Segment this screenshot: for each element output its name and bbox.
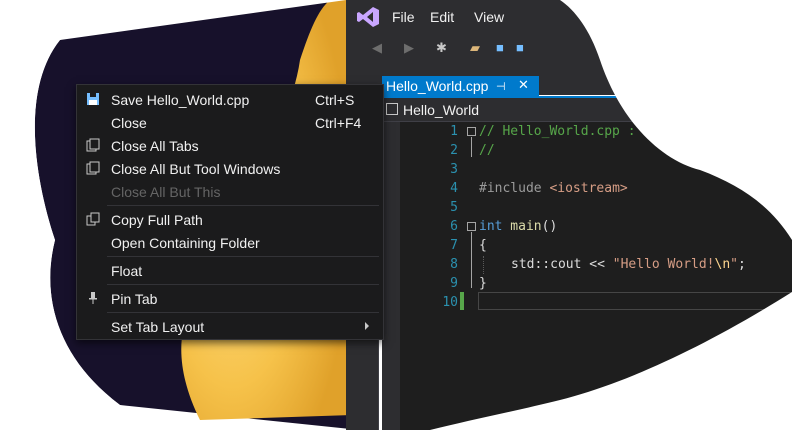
indent-guide <box>483 256 485 274</box>
function-main: main <box>502 219 542 234</box>
code-line-8: std::cout << "Hello World!\n"; <box>511 257 746 272</box>
menu-item-close-all-but-this: Close All But This <box>77 181 383 203</box>
back-icon[interactable]: ◀ <box>372 40 382 56</box>
visual-studio-logo-icon <box>357 7 379 27</box>
fold-toggle-icon[interactable] <box>467 222 476 231</box>
project-dropdown[interactable]: Hello_World <box>403 102 479 118</box>
menu-item-label: Set Tab Layout <box>111 319 205 335</box>
fold-toggle-icon[interactable] <box>467 127 476 136</box>
line-number: 6 <box>450 219 458 234</box>
open-file-icon[interactable]: ▰ <box>470 40 480 56</box>
menu-separator <box>107 256 379 257</box>
menu-item-close-all-but-tool-windows[interactable]: Close All But Tool Windows <box>77 158 383 180</box>
menu-item-label: Close <box>111 115 147 131</box>
menu-item-shortcut: Ctrl+S <box>315 92 355 108</box>
menu-item-label: Copy Full Path <box>111 212 203 228</box>
menu-item-label: Close All Tabs <box>111 138 199 154</box>
menu-separator <box>107 284 379 285</box>
line-number: 2 <box>450 143 458 158</box>
project-icon <box>386 103 398 115</box>
fold-guide <box>471 137 472 157</box>
current-line-highlight <box>478 292 792 310</box>
line-number: 4 <box>450 181 458 196</box>
menu-item-label: Close All But Tool Windows <box>111 161 281 177</box>
menu-item-set-tab-layout[interactable]: Set Tab Layout <box>77 316 383 338</box>
forward-icon[interactable]: ▶ <box>404 40 414 56</box>
changed-line-marker <box>460 292 464 310</box>
pin-icon <box>85 291 101 307</box>
menu-item-float[interactable]: Float <box>77 260 383 282</box>
menu-item-label: Close All But This <box>111 184 221 200</box>
menu-item-copy-full-path[interactable]: Copy Full Path <box>77 209 383 231</box>
close-all-tool-icon <box>85 161 101 177</box>
string-literal: "Hello World! <box>612 257 715 272</box>
close-tab-icon[interactable]: ✕ <box>518 77 529 93</box>
menu-item-pin-tab[interactable]: Pin Tab <box>77 288 383 310</box>
code-line-1: // Hello_World.cpp : <box>479 124 636 139</box>
string-end: " <box>730 257 738 272</box>
submenu-arrow-icon <box>365 322 369 330</box>
code-line-9: } <box>479 276 487 291</box>
keyword-int: int <box>479 219 503 234</box>
cout-statement: std::cout << <box>511 257 613 272</box>
function-parens: () <box>541 219 558 234</box>
menu-item-open-containing-folder[interactable]: Open Containing Folder <box>77 232 383 254</box>
save-icon <box>85 92 101 108</box>
line-number: 8 <box>450 257 458 272</box>
save-all-icon[interactable]: ■ <box>516 40 524 55</box>
fold-guide <box>471 232 472 288</box>
line-number: 1 <box>450 124 458 139</box>
include-directive: #include <box>479 181 550 196</box>
menu-item-shortcut: Ctrl+F4 <box>315 115 362 131</box>
menu-item-close-all-tabs[interactable]: Close All Tabs <box>77 135 383 157</box>
include-header: <iostream> <box>549 181 628 196</box>
menu-item-close[interactable]: Close Ctrl+F4 <box>77 112 383 134</box>
menu-view[interactable]: View <box>474 9 504 25</box>
menu-separator <box>107 312 379 313</box>
tab-context-menu: Save Hello_World.cpp Ctrl+S Close Ctrl+F… <box>76 84 384 340</box>
save-toolbar-icon[interactable]: ■ <box>496 40 504 55</box>
menu-file[interactable]: File <box>392 9 415 25</box>
line-number: 10 <box>442 295 458 310</box>
semicolon: ; <box>737 257 746 272</box>
menu-item-label: Float <box>111 263 143 279</box>
code-line-7: { <box>479 238 487 253</box>
pin-icon[interactable]: ⊣ <box>496 80 506 93</box>
code-line-4: #include <iostream> <box>479 181 628 196</box>
menu-item-label: Save Hello_World.cpp <box>111 92 250 108</box>
line-number: 5 <box>450 200 458 215</box>
menu-item-save[interactable]: Save Hello_World.cpp Ctrl+S <box>77 89 383 111</box>
new-project-icon[interactable]: ✱ <box>436 40 447 56</box>
line-number: 3 <box>450 162 458 177</box>
editor-gutter <box>382 122 400 430</box>
tab-title: Hello_World.cpp <box>386 78 489 94</box>
line-number: 7 <box>450 238 458 253</box>
code-line-6: int main() <box>479 219 557 234</box>
menu-item-label: Pin Tab <box>111 291 158 307</box>
visual-studio-window: File Edit View ◀ ▶ ✱ ▰ ■ ■ Hello_World.c… <box>346 0 792 430</box>
line-number: 9 <box>450 276 458 291</box>
menu-edit[interactable]: Edit <box>430 9 454 25</box>
code-editor[interactable] <box>400 122 792 430</box>
close-all-tabs-icon <box>85 138 101 154</box>
copy-icon <box>85 212 101 228</box>
code-line-2: // <box>479 143 495 158</box>
menu-item-label: Open Containing Folder <box>111 235 260 251</box>
menu-separator <box>107 205 379 206</box>
escape-sequence: \n <box>714 257 731 272</box>
